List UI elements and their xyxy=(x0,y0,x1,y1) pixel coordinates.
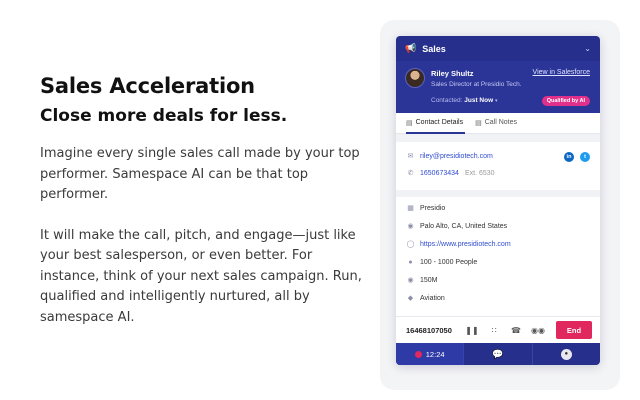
end-call-button[interactable]: End xyxy=(556,321,592,339)
location-pin-icon: ◉ xyxy=(407,223,414,230)
qualified-badge: Qualified by AI xyxy=(541,96,590,106)
megaphone-icon: 📢 xyxy=(405,43,417,53)
widget-title: Sales xyxy=(422,43,446,54)
bottom-bar: 12:24 💬 ● xyxy=(396,343,600,365)
company-name: Presidio xyxy=(420,204,446,212)
globe-icon: ◯ xyxy=(406,241,415,248)
industry-row: ◆ Aviation xyxy=(406,292,445,304)
contact-name: Riley Shultz xyxy=(431,69,474,78)
phone-link[interactable]: 1650673434 xyxy=(420,170,459,177)
company-employees: 100 - 1000 People xyxy=(420,258,478,266)
revenue-row: ◉ 150M xyxy=(406,274,438,286)
company-row: ▦ Presidio xyxy=(406,202,445,214)
tab-label: Call Notes xyxy=(484,119,518,126)
company-industry: Aviation xyxy=(420,294,445,302)
user-status-button[interactable]: ● xyxy=(533,343,600,365)
divider xyxy=(396,134,600,142)
pause-icon[interactable]: ❚❚ xyxy=(461,326,483,335)
revenue-icon: ◉ xyxy=(407,277,414,284)
contacted-label: Contacted: xyxy=(431,97,463,104)
tab-contact-details[interactable]: ▤ Contact Details xyxy=(406,113,466,134)
hero-title: Sales Acceleration xyxy=(40,74,255,98)
employees-row: ● 100 - 1000 People xyxy=(406,256,477,268)
phone-row: ✆ 1650673434 Ext. 6530 xyxy=(406,167,495,179)
hero-paragraph-2: It will make the call, pitch, and engage… xyxy=(40,227,362,325)
chat-button[interactable]: 💬 xyxy=(463,343,533,365)
email-link[interactable]: riley@presidiotech.com xyxy=(420,153,493,160)
transfer-icon[interactable]: ☎ xyxy=(505,326,527,335)
industry-icon: ◆ xyxy=(407,295,414,302)
call-timer-value: 12:24 xyxy=(425,349,445,359)
hero-section: Sales Acceleration Close more deals for … xyxy=(40,72,370,328)
call-controls: 16468107050 ❚❚ ∷ ☎ ◉◉ End xyxy=(396,316,600,343)
view-in-salesforce-link[interactable]: View in Salesforce xyxy=(533,69,590,76)
twitter-icon[interactable]: t xyxy=(580,152,590,162)
email-row: ✉ riley@presidiotech.com xyxy=(406,150,493,162)
contacted-status: Contacted: Just Now ▾ xyxy=(431,97,497,104)
website-row: ◯ https://www.presidiotech.com xyxy=(406,238,511,250)
tab-label: Contact Details xyxy=(415,119,464,126)
people-icon: ● xyxy=(408,258,413,266)
call-timer[interactable]: 12:24 xyxy=(396,343,464,365)
widget-header[interactable]: 📢 Sales ⌄ xyxy=(396,36,600,61)
sales-widget: 📢 Sales ⌄ Riley Shultz View in Salesforc… xyxy=(396,36,600,365)
chevron-down-icon[interactable]: ⌄ xyxy=(584,44,591,53)
company-location: Palo Alto, CA, United States xyxy=(420,222,508,230)
id-card-icon: ▤ xyxy=(406,120,413,127)
keypad-icon[interactable]: ∷ xyxy=(483,326,505,335)
tab-bar: ▤ Contact Details ▤ Call Notes xyxy=(396,113,600,134)
avatar xyxy=(405,68,425,88)
recording-icon xyxy=(414,350,422,358)
tab-call-notes[interactable]: ▤ Call Notes xyxy=(475,113,517,134)
website-link[interactable]: https://www.presidiotech.com xyxy=(420,241,511,248)
hero-paragraph-1: Imagine every single sales call made by … xyxy=(40,146,360,202)
building-icon: ▦ xyxy=(407,205,414,212)
mail-icon: ✉ xyxy=(407,153,414,160)
conference-icon[interactable]: ◉◉ xyxy=(527,326,549,335)
chevron-down-icon[interactable]: ▾ xyxy=(495,98,498,104)
divider xyxy=(396,190,600,197)
location-row: ◉ Palo Alto, CA, United States xyxy=(406,220,507,232)
contact-title: Sales Director at Presidio Tech. xyxy=(431,81,522,88)
hero-subtitle: Close more deals for less. xyxy=(40,106,288,126)
chat-icon: 💬 xyxy=(492,348,504,359)
company-revenue: 150M xyxy=(420,276,438,284)
user-avatar-icon: ● xyxy=(560,348,572,360)
contacted-value[interactable]: Just Now xyxy=(464,97,493,104)
linkedin-icon[interactable]: in xyxy=(564,152,574,162)
phone-extension: Ext. 6530 xyxy=(464,169,495,177)
phone-icon: ✆ xyxy=(407,170,414,177)
notes-icon: ▤ xyxy=(475,120,482,127)
call-number: 16468107050 xyxy=(406,325,452,335)
